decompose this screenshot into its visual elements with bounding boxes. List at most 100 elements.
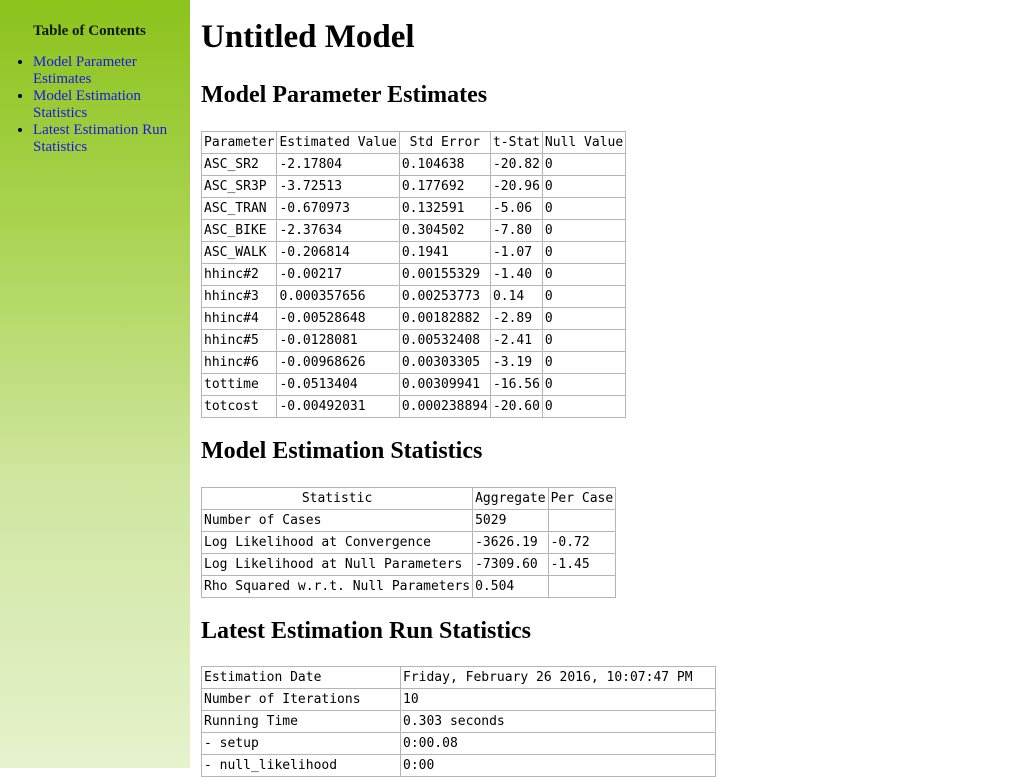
table-cell: 10 (400, 688, 716, 711)
table-cell: -7.80 (489, 219, 543, 242)
column-header: Aggregate (472, 487, 549, 510)
table-cell (547, 575, 617, 598)
table-cell: 0 (541, 307, 627, 330)
table-cell: -1.45 (547, 553, 617, 576)
toc-link-model-parameter-estimates[interactable]: Model Parameter Estimates (33, 54, 137, 87)
table-cell: 0:00.08 (400, 732, 716, 755)
table-cell: -0.670973 (276, 197, 400, 220)
table-cell: -1.07 (489, 241, 543, 264)
table-header-row: Parameter Estimated Value Std Error t-St… (200, 131, 627, 154)
section-heading-parameter-estimates: Model Parameter Estimates (201, 82, 488, 108)
table-row: ASC_SR3P -3.72513 0.177692 -20.96 0 (200, 175, 627, 198)
table-cell: 0.00155329 (398, 263, 491, 286)
toc-list: Model Parameter Estimates Model Estimati… (17, 54, 193, 156)
table-cell: totcost (200, 395, 278, 418)
table-cell: 0.00253773 (398, 285, 491, 308)
table-cell: Rho Squared w.r.t. Null Parameters (200, 575, 474, 598)
table-cell: -0.00217 (276, 263, 400, 286)
table-cell: -2.37634 (276, 219, 400, 242)
latest-run-table: Estimation Date Friday, February 26 2016,… (201, 666, 716, 777)
table-cell: - setup (201, 732, 401, 755)
table-row: Rho Squared w.r.t. Null Parameters 0.504 (200, 575, 617, 598)
toc-title: Table of Contents (33, 23, 146, 39)
table-row: Number of Iterations 10 (201, 688, 716, 711)
table-header-row: Statistic Aggregate Per Case (200, 487, 617, 510)
table-cell: -0.00492031 (276, 395, 400, 418)
table-cell (547, 509, 617, 532)
table-cell: Number of Cases (200, 509, 474, 532)
table-cell: -0.00968626 (276, 351, 400, 374)
table-cell: -16.56 (489, 373, 543, 396)
latest-run-body: Estimation Date Friday, February 26 2016,… (201, 666, 716, 777)
table-cell: ASC_TRAN (200, 197, 278, 220)
table-cell: Friday, February 26 2016, 10:07:47 PM (400, 666, 716, 689)
table-row: ASC_WALK -0.206814 0.1941 -1.07 0 (200, 241, 627, 264)
column-header: Estimated Value (276, 131, 400, 154)
table-row: hhinc#3 0.000357656 0.00253773 0.14 0 (200, 285, 627, 308)
estimation-statistics-table: Statistic Aggregate Per Case Number of C… (200, 487, 617, 598)
table-cell: -2.17804 (276, 153, 400, 176)
table-cell: -0.206814 (276, 241, 400, 264)
table-cell: 0.00309941 (398, 373, 491, 396)
table-cell: - null_likelihood (201, 754, 401, 777)
parameter-estimates-table: Parameter Estimated Value Std Error t-St… (200, 131, 627, 418)
column-header: t-Stat (489, 131, 543, 154)
table-cell: 0.104638 (398, 153, 491, 176)
table-cell: -3626.19 (472, 531, 549, 554)
table-row: ASC_SR2 -2.17804 0.104638 -20.82 0 (200, 153, 627, 176)
table-cell: -0.0513404 (276, 373, 400, 396)
table-cell: 0.00182882 (398, 307, 491, 330)
table-cell: 0 (541, 373, 627, 396)
table-row: Number of Cases 5029 (200, 509, 617, 532)
table-cell: 5029 (472, 509, 549, 532)
table-cell: 0.177692 (398, 175, 491, 198)
table-cell: 0.1941 (398, 241, 491, 264)
table-cell: -3.72513 (276, 175, 400, 198)
toc-item: Model Parameter Estimates (33, 54, 193, 88)
table-cell: Running Time (201, 710, 401, 733)
table-row: ASC_BIKE -2.37634 0.304502 -7.80 0 (200, 219, 627, 242)
table-row: hhinc#5 -0.0128081 0.00532408 -2.41 0 (200, 329, 627, 352)
table-cell: ASC_BIKE (200, 219, 278, 242)
table-cell: hhinc#6 (200, 351, 278, 374)
table-row: hhinc#6 -0.00968626 0.00303305 -3.19 0 (200, 351, 627, 374)
table-cell: hhinc#5 (200, 329, 278, 352)
table-row: Log Likelihood at Convergence -3626.19 -0.… (200, 531, 617, 554)
table-cell: -2.41 (489, 329, 543, 352)
table-cell: -0.72 (547, 531, 617, 554)
column-header: Std Error (398, 131, 491, 154)
table-row: hhinc#4 -0.00528648 0.00182882 -2.89 0 (200, 307, 627, 330)
toc-item: Latest Estimation Run Statistics (33, 122, 193, 156)
table-row: - setup 0:00.08 (201, 732, 716, 755)
table-cell: 0.00303305 (398, 351, 491, 374)
table-row: tottime -0.0513404 0.00309941 -16.56 0 (200, 373, 627, 396)
table-row: Log Likelihood at Null Parameters -7309.6… (200, 553, 617, 576)
column-header: Null Value (541, 131, 627, 154)
table-cell: Number of Iterations (201, 688, 401, 711)
table-cell: hhinc#4 (200, 307, 278, 330)
table-cell: 0 (541, 153, 627, 176)
table-cell: hhinc#3 (200, 285, 278, 308)
table-cell: -7309.60 (472, 553, 549, 576)
toc-link-latest-estimation-run-statistics[interactable]: Latest Estimation Run Statistics (33, 122, 167, 155)
table-cell: hhinc#2 (200, 263, 278, 286)
parameter-estimates-body: ASC_SR2 -2.17804 0.104638 -20.82 0 ASC_SR3P -3… (200, 153, 627, 418)
table-cell: -20.60 (489, 395, 543, 418)
table-cell: ASC_SR3P (200, 175, 278, 198)
table-cell: ASC_WALK (200, 241, 278, 264)
section-heading-estimation-statistics: Model Estimation Statistics (201, 438, 483, 464)
table-cell: 0 (541, 285, 627, 308)
table-cell: 0 (541, 241, 627, 264)
column-header: Statistic (200, 487, 474, 510)
table-cell: -20.96 (489, 175, 543, 198)
table-row: ASC_TRAN -0.670973 0.132591 -5.06 0 (200, 197, 627, 220)
table-cell: 0.303 seconds (400, 710, 716, 733)
table-cell: 0 (541, 351, 627, 374)
table-cell: -2.89 (489, 307, 543, 330)
page-title: Untitled Model (201, 19, 415, 55)
table-row: hhinc#2 -0.00217 0.00155329 -1.40 0 (200, 263, 627, 286)
table-cell: 0:00 (400, 754, 716, 777)
estimation-statistics-body: Number of Cases 5029 Log Likelihood at Con… (200, 509, 617, 598)
toc-link-model-estimation-statistics[interactable]: Model Estimation Statistics (33, 88, 141, 121)
table-cell: 0 (541, 197, 627, 220)
